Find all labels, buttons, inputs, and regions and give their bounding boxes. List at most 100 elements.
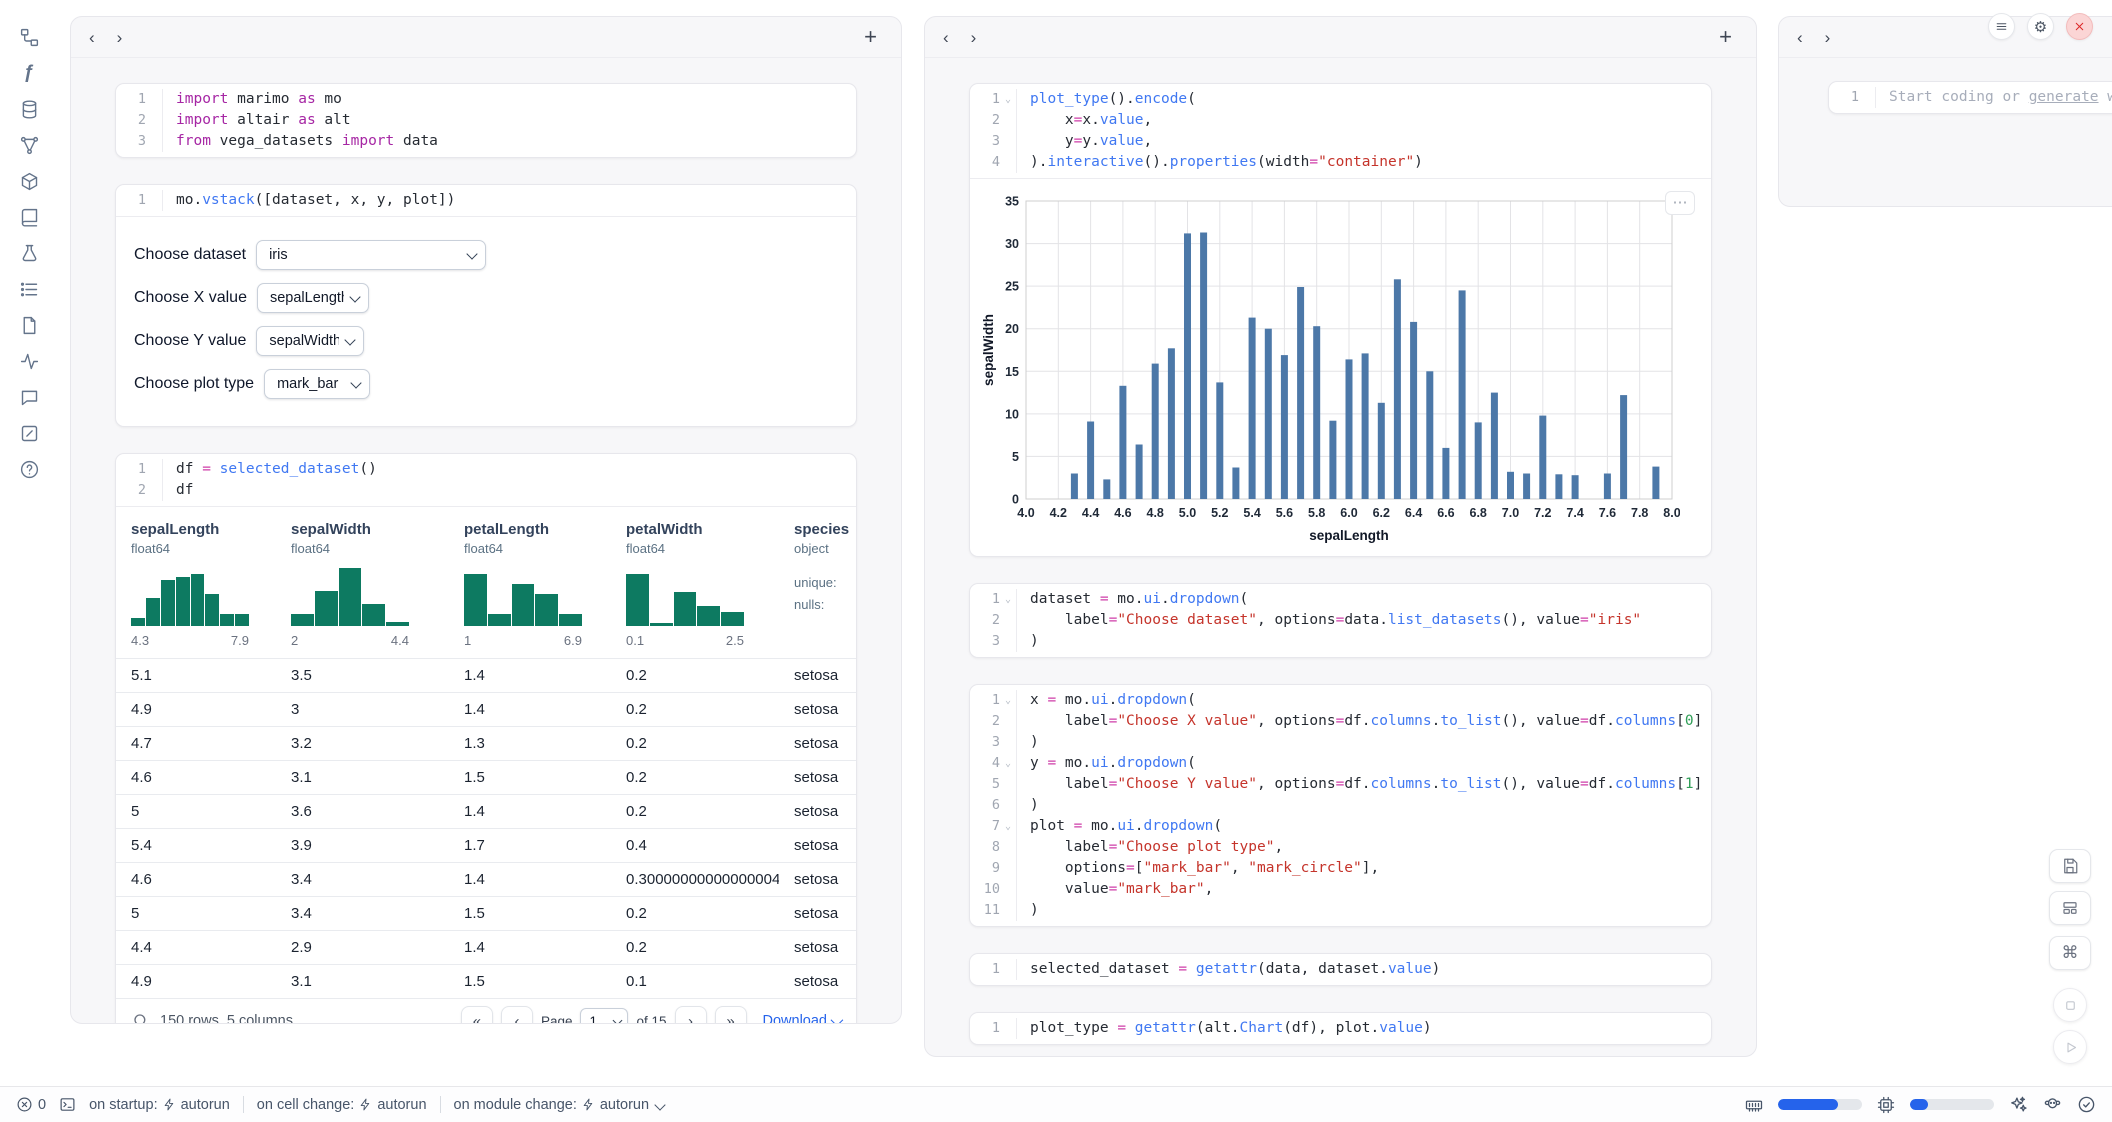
- ai-sparkles-icon[interactable]: [2009, 1095, 2028, 1114]
- column-collapse-right-button[interactable]: ›: [117, 29, 123, 46]
- code-line[interactable]: 11): [970, 900, 1711, 921]
- table-row[interactable]: 4.931.40.2setosa: [116, 693, 856, 727]
- column-header[interactable]: sepalWidthfloat6424.4: [276, 507, 449, 658]
- outline-icon[interactable]: [18, 278, 40, 300]
- page-select[interactable]: 1: [580, 1008, 628, 1024]
- table-row[interactable]: 53.61.40.2setosa: [116, 795, 856, 829]
- check-circle-icon[interactable]: [2077, 1095, 2096, 1114]
- on-module-change-mode[interactable]: on module change: autorun: [454, 1097, 665, 1113]
- code-editor[interactable]: 1plot_type = getattr(alt.Chart(df), plot…: [970, 1013, 1711, 1044]
- code-line[interactable]: 3 y=y.value,: [970, 131, 1711, 152]
- y-value-select[interactable]: sepalWidth: [256, 326, 364, 356]
- shutdown-button[interactable]: [2066, 13, 2093, 40]
- snippets-icon[interactable]: [18, 314, 40, 336]
- last-page-button[interactable]: »: [715, 1006, 747, 1024]
- on-cell-change-mode[interactable]: on cell change: autorun: [257, 1097, 427, 1113]
- keyboard-shortcuts-button[interactable]: ⌘: [2049, 936, 2091, 970]
- code-line[interactable]: 3from vega_datasets import data: [116, 131, 856, 152]
- code-line[interactable]: 2 label="Choose dataset", options=data.l…: [970, 610, 1711, 631]
- table-row[interactable]: 5.43.91.70.4setosa: [116, 829, 856, 863]
- save-button[interactable]: [2049, 849, 2091, 883]
- dependency-graph-icon[interactable]: [18, 134, 40, 156]
- table-row[interactable]: 4.63.41.40.30000000000000004setosa: [116, 863, 856, 897]
- search-icon[interactable]: [132, 1012, 150, 1024]
- code-editor[interactable]: 1mo.vstack([dataset, x, y, plot]): [116, 185, 856, 216]
- code-editor[interactable]: 1⌄dataset = mo.ui.dropdown(2 label="Choo…: [970, 584, 1711, 657]
- code-line[interactable]: 3): [970, 732, 1711, 753]
- code-line[interactable]: 8 label="Choose plot type",: [970, 837, 1711, 858]
- column-collapse-right-button[interactable]: ›: [1825, 29, 1831, 46]
- menu-button[interactable]: [1988, 13, 2015, 40]
- code-editor[interactable]: 1selected_dataset = getattr(data, datase…: [970, 954, 1711, 985]
- code-line[interactable]: 7⌄plot = mo.ui.dropdown(: [970, 816, 1711, 837]
- terminal-button[interactable]: [59, 1096, 76, 1113]
- code-editor[interactable]: 1 Start coding or generate with AI.: [1829, 82, 2112, 113]
- stop-button[interactable]: [2053, 988, 2087, 1022]
- run-all-button[interactable]: [2053, 1030, 2087, 1064]
- table-row[interactable]: 4.42.91.40.2setosa: [116, 931, 856, 965]
- bar-chart[interactable]: 4.04.24.44.64.85.05.25.45.65.86.06.26.46…: [980, 189, 1680, 543]
- code-editor[interactable]: 1df = selected_dataset()2df: [116, 454, 856, 506]
- column-collapse-right-button[interactable]: ›: [971, 29, 977, 46]
- tracing-icon[interactable]: [18, 350, 40, 372]
- table-row[interactable]: 4.63.11.50.2setosa: [116, 761, 856, 795]
- code-line[interactable]: 6): [970, 795, 1711, 816]
- experiments-icon[interactable]: [18, 242, 40, 264]
- first-page-button[interactable]: «: [461, 1006, 493, 1024]
- code-line[interactable]: 1df = selected_dataset(): [116, 459, 856, 480]
- column-header[interactable]: petalWidthfloat640.12.5: [611, 507, 779, 658]
- code-editor[interactable]: 1⌄x = mo.ui.dropdown(2 label="Choose X v…: [970, 685, 1711, 926]
- error-count-indicator[interactable]: 0: [16, 1096, 46, 1113]
- chat-icon[interactable]: [18, 386, 40, 408]
- table-row[interactable]: 4.73.21.30.2setosa: [116, 727, 856, 761]
- add-cell-button[interactable]: +: [858, 25, 883, 49]
- code-line[interactable]: 1⌄x = mo.ui.dropdown(: [970, 690, 1711, 711]
- help-icon[interactable]: [18, 458, 40, 480]
- packages-icon[interactable]: [18, 170, 40, 192]
- settings-button[interactable]: ⚙: [2027, 13, 2054, 40]
- chart-menu-button[interactable]: ⋯: [1665, 191, 1695, 215]
- x-value-select[interactable]: sepalLength: [257, 283, 369, 313]
- code-line[interactable]: 2df: [116, 480, 856, 501]
- on-startup-mode[interactable]: on startup: autorun: [89, 1097, 230, 1113]
- table-row[interactable]: 5.13.51.40.2setosa: [116, 659, 856, 693]
- code-line[interactable]: 1plot_type = getattr(alt.Chart(df), plot…: [970, 1018, 1711, 1039]
- table-row[interactable]: 4.93.11.50.1setosa: [116, 965, 856, 998]
- column-collapse-left-button[interactable]: ‹: [89, 29, 95, 46]
- plot-type-select[interactable]: mark_bar: [264, 369, 370, 399]
- assistant-icon[interactable]: [2043, 1095, 2062, 1114]
- marimo-file-icon[interactable]: ƒ: [18, 62, 40, 84]
- column-collapse-left-button[interactable]: ‹: [1797, 29, 1803, 46]
- layout-grid-button[interactable]: [2049, 891, 2091, 925]
- code-line[interactable]: 1selected_dataset = getattr(data, datase…: [970, 959, 1711, 980]
- file-explorer-icon[interactable]: [18, 26, 40, 48]
- add-cell-button[interactable]: +: [1713, 25, 1738, 49]
- code-line[interactable]: 1⌄plot_type().encode(: [970, 89, 1711, 110]
- code-line[interactable]: 2 label="Choose X value", options=df.col…: [970, 711, 1711, 732]
- code-line[interactable]: 3): [970, 631, 1711, 652]
- code-editor[interactable]: 1import marimo as mo2import altair as al…: [116, 84, 856, 157]
- code-editor[interactable]: 1⌄plot_type().encode(2 x=x.value,3 y=y.v…: [970, 84, 1711, 178]
- code-line[interactable]: 1import marimo as mo: [116, 89, 856, 110]
- code-line[interactable]: 2import altair as alt: [116, 110, 856, 131]
- code-line[interactable]: 1⌄dataset = mo.ui.dropdown(: [970, 589, 1711, 610]
- code-line[interactable]: 4⌄y = mo.ui.dropdown(: [970, 753, 1711, 774]
- column-collapse-left-button[interactable]: ‹: [943, 29, 949, 46]
- column-header[interactable]: sepalLengthfloat644.37.9: [116, 507, 276, 658]
- generate-link[interactable]: generate: [2029, 89, 2099, 105]
- documentation-icon[interactable]: [18, 206, 40, 228]
- download-button[interactable]: Download: [763, 1013, 841, 1024]
- data-sources-icon[interactable]: [18, 98, 40, 120]
- code-line[interactable]: 10 value="mark_bar",: [970, 879, 1711, 900]
- dataset-select[interactable]: iris: [256, 240, 486, 270]
- code-line[interactable]: 5 label="Choose Y value", options=df.col…: [970, 774, 1711, 795]
- next-page-button[interactable]: ›: [675, 1006, 707, 1024]
- code-line[interactable]: 9 options=["mark_bar", "mark_circle"],: [970, 858, 1711, 879]
- code-line[interactable]: 1mo.vstack([dataset, x, y, plot]): [116, 190, 856, 211]
- code-line[interactable]: 2 x=x.value,: [970, 110, 1711, 131]
- scratchpad-icon[interactable]: [18, 422, 40, 444]
- column-header[interactable]: speciesobjectunique:nulls:: [779, 507, 856, 658]
- prev-page-button[interactable]: ‹: [501, 1006, 533, 1024]
- column-header[interactable]: petalLengthfloat6416.9: [449, 507, 611, 658]
- code-line[interactable]: 4).interactive().properties(width="conta…: [970, 152, 1711, 173]
